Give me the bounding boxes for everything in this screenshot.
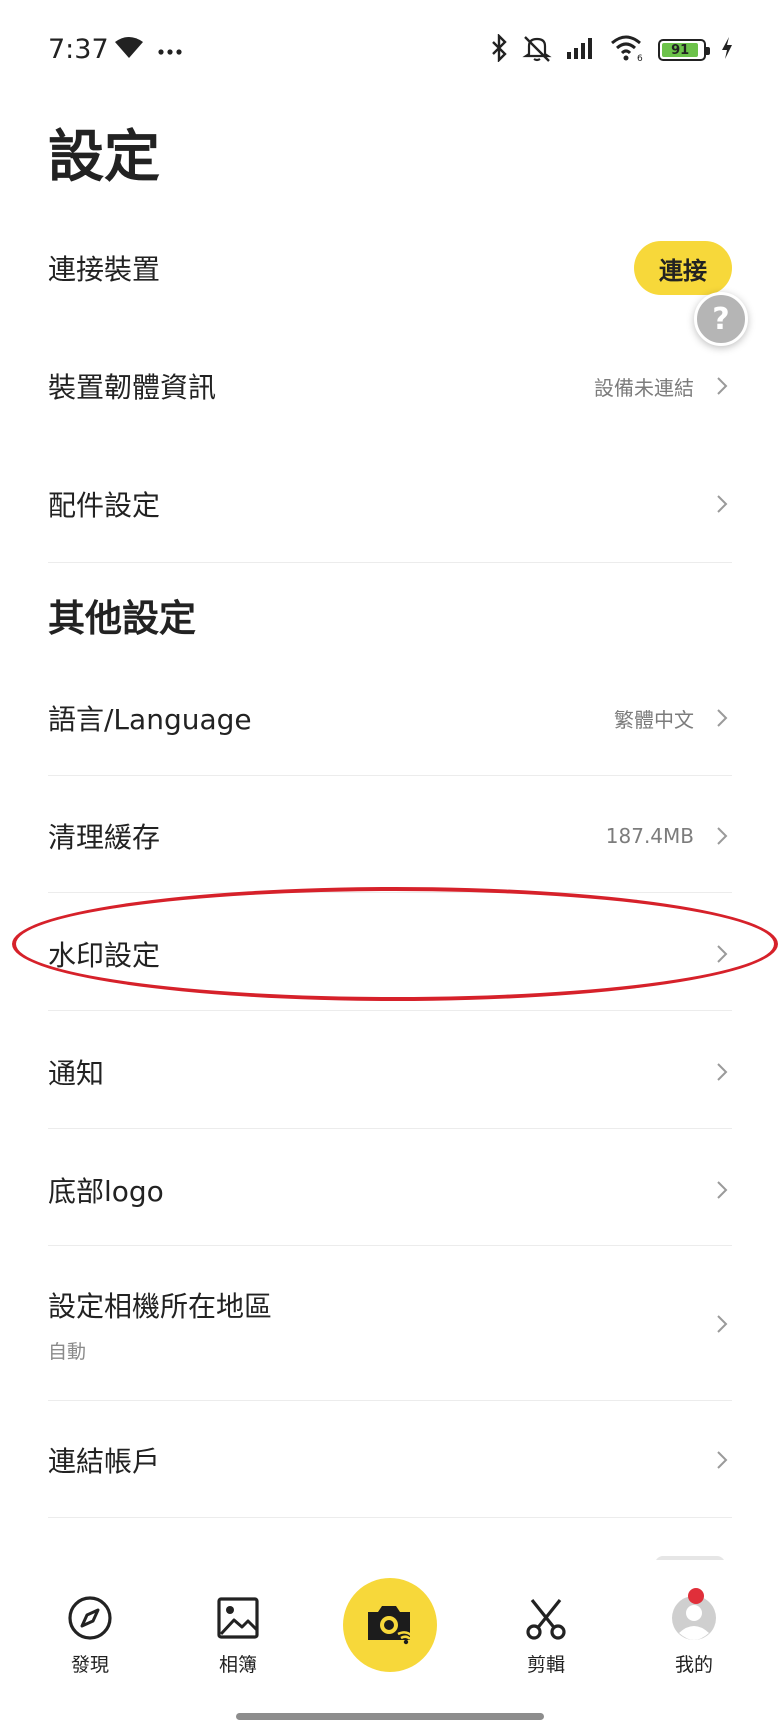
bell-off-icon: [522, 34, 552, 66]
help-icon: ?: [712, 301, 730, 337]
help-button[interactable]: ?: [694, 292, 748, 346]
page-title: 設定: [48, 125, 160, 190]
chevron-right-icon: [712, 1450, 732, 1470]
chevron-right-icon: [712, 494, 732, 514]
svg-text:6: 6: [637, 54, 643, 62]
nav-label: 發現: [70, 1654, 109, 1676]
chevron-right-icon: [712, 1180, 732, 1200]
row-firmware-info[interactable]: 裝置韌體資訊 設備未連結: [48, 356, 732, 416]
divider: [48, 892, 732, 893]
row-label: 連結帳戶: [48, 1445, 161, 1478]
chevron-right-icon: [712, 708, 732, 728]
row-notifications[interactable]: 通知: [48, 1042, 732, 1102]
status-time: 7:37: [48, 34, 109, 65]
chevron-right-icon: [712, 1062, 732, 1082]
wifi6-icon: 6: [610, 34, 644, 66]
chevron-right-icon: [712, 944, 732, 964]
nav-discover[interactable]: 發現: [40, 1594, 140, 1677]
nav-album[interactable]: 相簿: [188, 1594, 288, 1677]
camera-connect-button[interactable]: [343, 1578, 437, 1672]
row-subtitle: 自動: [48, 1340, 87, 1363]
nav-label: 相簿: [218, 1654, 257, 1676]
row-value: 187.4MB: [605, 824, 694, 848]
row-watermark-settings[interactable]: 水印設定: [48, 924, 732, 984]
bluetooth-icon: [490, 33, 508, 66]
row-value: 設備未連結: [594, 375, 694, 400]
chevron-right-icon: [712, 376, 732, 396]
row-label: 裝置韌體資訊: [48, 371, 217, 404]
image-icon: [214, 1594, 262, 1642]
divider: [48, 1400, 732, 1401]
row-clear-cache[interactable]: 清理緩存 187.4MB: [48, 806, 732, 866]
nav-mine[interactable]: 我的: [644, 1588, 744, 1677]
charging-icon: [720, 36, 734, 64]
chevron-right-icon: [712, 1314, 732, 1334]
connect-button[interactable]: 連接: [634, 241, 732, 295]
home-indicator[interactable]: [236, 1713, 544, 1720]
compass-icon: [66, 1594, 114, 1642]
row-label: 連接裝置: [48, 253, 161, 286]
row-label: 配件設定: [48, 489, 161, 522]
signal-icon: [566, 36, 596, 64]
nav-label: 我的: [674, 1654, 713, 1676]
row-accessory-settings[interactable]: 配件設定: [48, 474, 732, 534]
row-camera-region[interactable]: 設定相機所在地區 自動: [48, 1280, 732, 1368]
scissors-icon: [522, 1594, 570, 1642]
divider: [48, 775, 732, 776]
divider: [48, 1128, 732, 1129]
row-connect-device: 連接裝置 連接: [48, 236, 732, 300]
row-label: 設定相機所在地區: [48, 1289, 273, 1323]
row-language[interactable]: 語言/Language 繁體中文: [48, 688, 732, 748]
divider: [48, 1517, 732, 1518]
camera-wifi-icon: [364, 1600, 416, 1650]
more-dots-icon: [158, 41, 182, 60]
divider: [48, 1010, 732, 1011]
wifi-icon: [114, 36, 144, 64]
section-title-other: 其他設定: [48, 597, 196, 640]
bottom-nav: 發現 相簿 剪輯 我的: [0, 1560, 780, 1733]
chevron-right-icon: [712, 826, 732, 846]
row-link-account[interactable]: 連結帳戶: [48, 1430, 732, 1490]
row-bottom-logo[interactable]: 底部logo: [48, 1160, 732, 1220]
row-label: 水印設定: [48, 939, 161, 972]
battery-level: 91: [671, 42, 690, 58]
row-label: 語言/Language: [48, 703, 252, 736]
nav-edit[interactable]: 剪輯: [496, 1594, 596, 1677]
row-label: 通知: [48, 1057, 105, 1090]
notification-badge: [688, 1588, 704, 1604]
battery-icon: 91: [658, 39, 710, 61]
avatar-icon: [670, 1588, 718, 1642]
row-value: 繁體中文: [614, 707, 694, 732]
row-label: 清理緩存: [48, 821, 161, 854]
status-bar: 7:37 6 91: [0, 0, 780, 100]
row-label: 底部logo: [48, 1175, 164, 1208]
divider: [48, 562, 732, 563]
nav-label: 剪輯: [526, 1654, 565, 1676]
divider: [48, 1245, 732, 1246]
